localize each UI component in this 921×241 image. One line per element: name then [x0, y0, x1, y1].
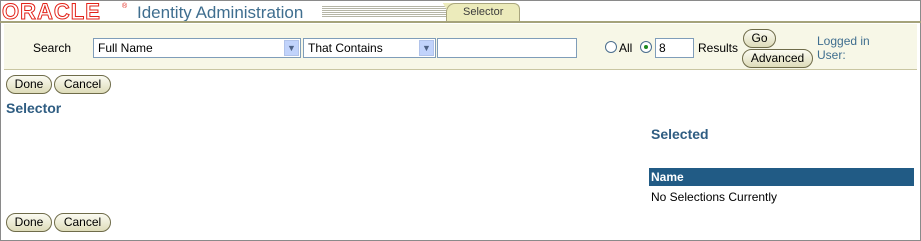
- results-label: Results: [698, 41, 739, 55]
- cancel-button-bottom[interactable]: Cancel: [54, 213, 111, 232]
- header: ORACLE ® Identity Administration Selecto…: [0, 0, 921, 24]
- results-count-input[interactable]: 8: [655, 38, 694, 58]
- search-label: Search: [33, 41, 72, 55]
- advanced-button[interactable]: Advanced: [742, 49, 813, 68]
- cancel-button-top[interactable]: Cancel: [54, 75, 111, 94]
- selected-heading: Selected: [651, 126, 709, 142]
- app-title: Identity Administration: [137, 3, 304, 22]
- header-stripes: [322, 6, 450, 18]
- oracle-logo: ORACLE: [2, 0, 101, 24]
- done-button-bottom[interactable]: Done: [6, 213, 52, 232]
- chevron-down-icon: ▼: [284, 40, 299, 56]
- operator-select-value: That Contains: [308, 41, 383, 55]
- results-count-radio[interactable]: [640, 41, 652, 53]
- empty-selection-message: No Selections Currently: [651, 190, 778, 204]
- header-divider: [0, 21, 921, 23]
- tab-selector[interactable]: Selector: [446, 3, 520, 21]
- registered-mark: ®: [122, 3, 128, 10]
- name-column-header: Name: [649, 168, 914, 186]
- attribute-select[interactable]: Full Name ▼: [93, 38, 301, 58]
- chevron-down-icon: ▼: [419, 40, 434, 56]
- go-button[interactable]: Go: [743, 29, 776, 48]
- selector-heading: Selector: [6, 100, 62, 116]
- done-button-top[interactable]: Done: [6, 75, 52, 94]
- search-input[interactable]: [437, 38, 577, 58]
- all-radio[interactable]: [605, 41, 617, 53]
- operator-select[interactable]: That Contains ▼: [303, 38, 436, 58]
- all-label: All: [619, 41, 633, 55]
- logged-in-user: Logged in User:: [817, 34, 870, 62]
- attribute-select-value: Full Name: [98, 41, 153, 55]
